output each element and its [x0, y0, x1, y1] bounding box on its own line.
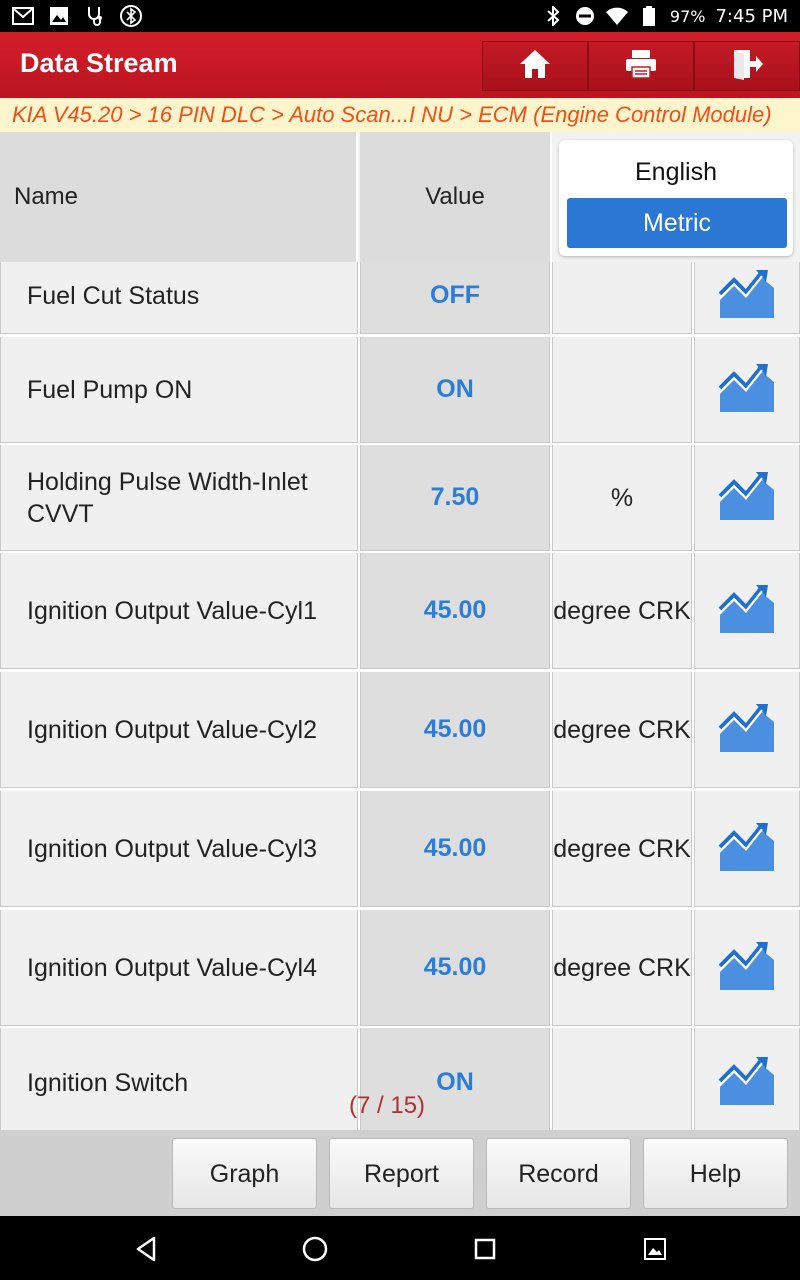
home-nav-icon[interactable]	[300, 1234, 330, 1264]
row-value: 45.00	[360, 672, 550, 788]
row-graph-button[interactable]	[694, 910, 800, 1026]
table-row: Fuel Pump ON ON	[0, 337, 800, 443]
row-unit: degree CRK	[552, 791, 692, 907]
table-row: Ignition Output Value-Cyl3 45.00 degree …	[0, 791, 800, 907]
trend-graph-icon	[718, 268, 776, 324]
column-header-value: Value	[360, 132, 552, 262]
row-graph-button[interactable]	[694, 553, 800, 669]
battery-icon	[638, 5, 660, 27]
trend-graph-icon	[718, 470, 776, 526]
bluetooth-circle-icon	[120, 5, 142, 27]
row-graph-button[interactable]	[694, 262, 800, 334]
row-unit	[552, 337, 692, 443]
row-name: Ignition Output Value-Cyl3	[0, 791, 358, 907]
row-unit	[552, 262, 692, 334]
record-button[interactable]: Record	[486, 1138, 631, 1209]
row-graph-button[interactable]	[694, 337, 800, 443]
unit-option-metric[interactable]: Metric	[567, 198, 787, 248]
table-row: Ignition Output Value-Cyl4 45.00 degree …	[0, 910, 800, 1026]
gmail-icon	[12, 5, 34, 27]
home-icon	[518, 48, 552, 84]
home-button[interactable]	[482, 41, 588, 91]
trend-graph-icon	[718, 821, 776, 877]
table-row: Ignition Output Value-Cyl1 45.00 degree …	[0, 553, 800, 669]
row-value: 45.00	[360, 553, 550, 669]
unit-option-english[interactable]: English	[559, 158, 793, 187]
stethoscope-icon	[84, 5, 106, 27]
trend-graph-icon	[718, 940, 776, 996]
trend-graph-icon	[718, 1055, 776, 1111]
row-name: Holding Pulse Width-Inlet CVVT	[0, 445, 358, 551]
row-unit: degree CRK	[552, 910, 692, 1026]
page-title: Data Stream	[20, 48, 178, 78]
row-name: Ignition Output Value-Cyl2	[0, 672, 358, 788]
back-icon[interactable]	[131, 1234, 161, 1264]
clock: 7:45 PM	[715, 5, 788, 27]
trend-graph-icon	[718, 583, 776, 639]
table-row: Fuel Cut Status OFF	[0, 262, 800, 334]
row-unit: degree CRK	[552, 553, 692, 669]
do-not-disturb-icon	[574, 5, 596, 27]
screenshot-icon[interactable]	[640, 1234, 670, 1264]
wifi-icon	[605, 5, 628, 27]
exit-button[interactable]	[694, 41, 800, 91]
row-value: ON	[360, 337, 550, 443]
recent-apps-icon[interactable]	[470, 1234, 500, 1264]
row-name: Fuel Pump ON	[0, 337, 358, 443]
row-name: Fuel Cut Status	[0, 262, 358, 334]
trend-graph-icon	[718, 362, 776, 418]
row-graph-button[interactable]	[694, 445, 800, 551]
row-graph-button[interactable]	[694, 672, 800, 788]
table-row: Holding Pulse Width-Inlet CVVT 7.50 %	[0, 445, 800, 551]
report-button[interactable]: Report	[329, 1138, 474, 1209]
page-counter: (7 / 15)	[349, 1092, 426, 1119]
unit-selector-cell: English Metric	[554, 132, 800, 262]
row-graph-button[interactable]	[694, 1028, 800, 1130]
battery-percent: 97%	[669, 6, 706, 26]
image-icon	[48, 5, 70, 27]
unit-toggle: English Metric	[559, 140, 793, 256]
data-stream-list[interactable]: Fuel Cut Status OFF Fuel Pump ON ON Hold…	[0, 262, 800, 1130]
column-header-name: Name	[0, 132, 358, 262]
row-value: 45.00	[360, 791, 550, 907]
exit-icon	[730, 48, 764, 84]
app-bar: Data Stream	[0, 32, 800, 98]
print-button[interactable]	[588, 41, 694, 91]
row-graph-button[interactable]	[694, 791, 800, 907]
navigation-bar	[0, 1216, 800, 1280]
trend-graph-icon	[718, 702, 776, 758]
table-row: Ignition Output Value-Cyl2 45.00 degree …	[0, 672, 800, 788]
bottom-action-bar: Graph Report Record Help	[0, 1130, 800, 1216]
help-button[interactable]: Help	[643, 1138, 788, 1209]
table-header: Name Value English Metric	[0, 132, 800, 262]
bluetooth-icon	[542, 5, 564, 27]
printer-icon	[624, 48, 658, 84]
row-name: Ignition Output Value-Cyl1	[0, 553, 358, 669]
row-unit: degree CRK	[552, 672, 692, 788]
row-name: Ignition Switch	[0, 1028, 358, 1130]
row-unit	[552, 1028, 692, 1130]
row-value: 7.50	[360, 445, 550, 551]
row-unit: %	[552, 445, 692, 551]
graph-button[interactable]: Graph	[172, 1138, 317, 1209]
breadcrumb: KIA V45.20 > 16 PIN DLC > Auto Scan...I …	[0, 98, 800, 132]
row-value: OFF	[360, 262, 550, 334]
row-name: Ignition Output Value-Cyl4	[0, 910, 358, 1026]
status-bar: 97% 7:45 PM	[0, 0, 800, 32]
row-value: 45.00	[360, 910, 550, 1026]
